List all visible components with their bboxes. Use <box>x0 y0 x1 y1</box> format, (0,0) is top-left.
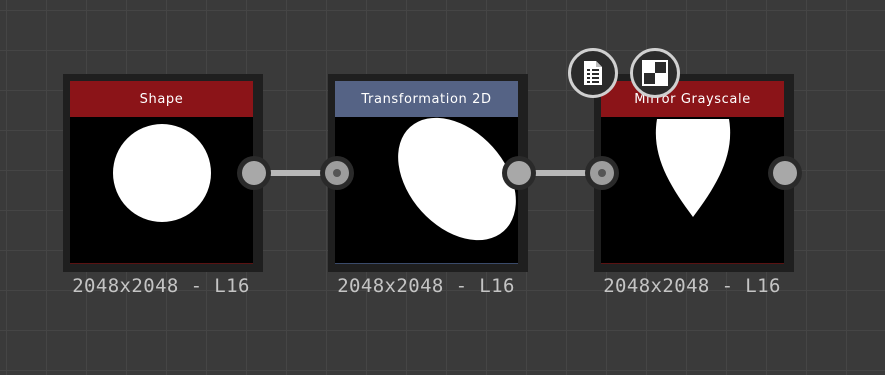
node-thumbnail-shape <box>70 117 253 264</box>
node-caption-mirror-grayscale: 2048x2048 - L16 <box>603 275 781 297</box>
teardrop-shape <box>655 119 731 217</box>
node-thumbnail-transformation-2d <box>335 117 518 264</box>
node-title: Transformation 2D <box>361 91 492 107</box>
node-header-shape[interactable]: Shape <box>70 81 253 117</box>
node-transformation-2d[interactable]: Transformation 2D <box>328 74 528 272</box>
checker-icon <box>642 60 668 86</box>
transformed-preview <box>398 117 516 241</box>
node-caption-transformation-2d: 2048x2048 - L16 <box>337 275 515 297</box>
output-port-mirror-grayscale[interactable] <box>768 156 802 190</box>
node-shape[interactable]: Shape <box>63 74 263 272</box>
link-transform-to-mirror[interactable] <box>527 170 589 176</box>
input-port-mirror-grayscale[interactable] <box>585 156 619 190</box>
output-port-transformation-2d[interactable] <box>502 156 536 190</box>
shape-preview <box>113 124 211 222</box>
document-button[interactable] <box>568 48 618 98</box>
node-title: Shape <box>139 91 184 107</box>
document-icon <box>584 61 602 85</box>
output-port-shape[interactable] <box>237 156 271 190</box>
node-thumbnail-mirror-grayscale <box>601 117 784 264</box>
ellipse-shape <box>398 117 516 241</box>
input-port-transformation-2d[interactable] <box>320 156 354 190</box>
node-header-mirror-grayscale[interactable]: Mirror Grayscale <box>601 81 784 117</box>
node-caption-shape: 2048x2048 - L16 <box>72 275 250 297</box>
circle-shape <box>113 124 211 222</box>
checker-button[interactable] <box>630 48 680 98</box>
link-shape-to-transform[interactable] <box>262 170 324 176</box>
mirrored-preview <box>655 119 731 217</box>
node-header-transformation-2d[interactable]: Transformation 2D <box>335 81 518 117</box>
node-mirror-grayscale[interactable]: Mirror Grayscale <box>594 74 794 272</box>
graph-canvas[interactable]: Shape 2048x2048 - L16 Transformation 2D … <box>0 0 885 375</box>
